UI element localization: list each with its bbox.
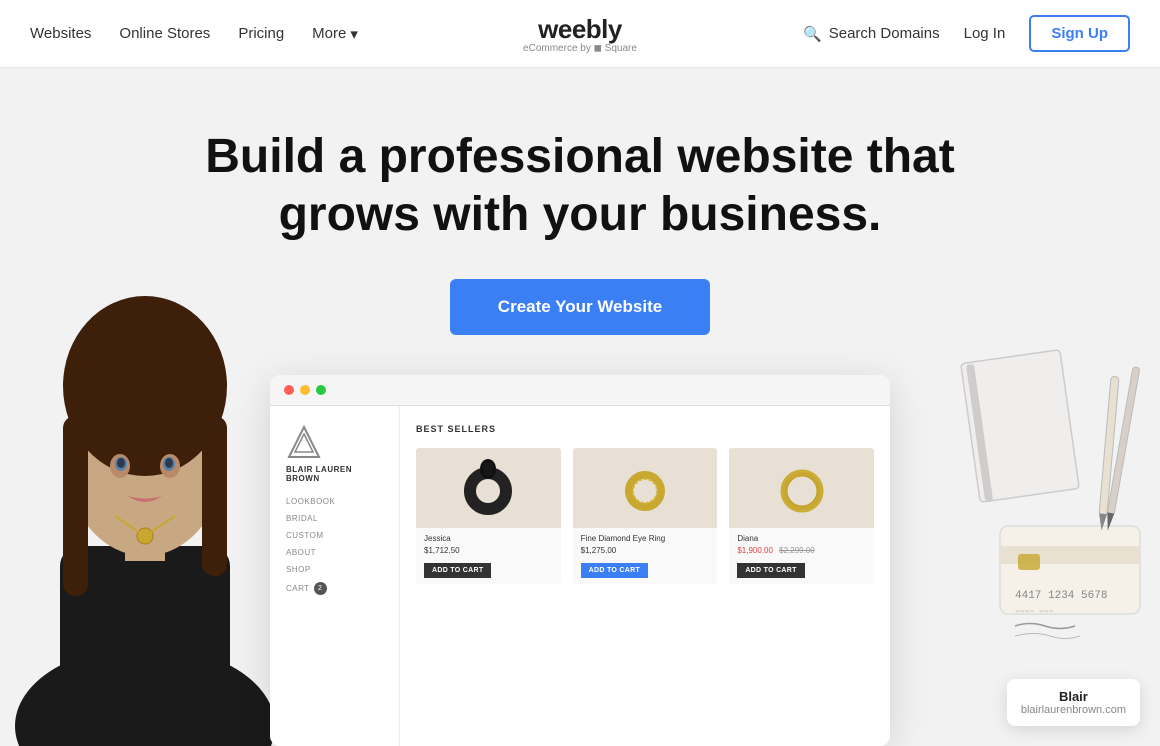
store-sidebar-nav: LOOKBOOK BRIDAL CUSTOM ABOUT SHOP CART 2 [286, 497, 383, 595]
nav-link-online-stores[interactable]: Online Stores [119, 25, 210, 42]
product-card-jessica: Jessica $1,712.50 ADD TO CART [416, 448, 561, 584]
product-price-jessica: $1,712.50 [424, 546, 553, 555]
person-image [0, 246, 290, 746]
logo-sub: eCommerce by ◼ Square [523, 43, 637, 54]
store-main: BEST SELLERS Jessica [400, 406, 890, 746]
sale-price-diana: $1,900.00 [737, 546, 773, 555]
nav-link-pricing[interactable]: Pricing [238, 25, 284, 42]
product-img-diana [729, 448, 874, 528]
search-domains-link[interactable]: 🔍 Search Domains [803, 25, 940, 43]
browser-dot-yellow [300, 385, 310, 395]
add-to-cart-diamond[interactable]: ADD TO CART [581, 563, 648, 578]
sidebar-nav-shop[interactable]: SHOP [286, 565, 383, 574]
hero-title: Build a professional website that grows … [170, 128, 990, 243]
nav-left: Websites Online Stores Pricing More ▾ [30, 25, 358, 43]
blair-card-name: Blair [1021, 689, 1126, 704]
blair-card: Blair blairlaurenbrown.com [1007, 679, 1140, 726]
original-price-diana: $2,299.00 [779, 546, 815, 555]
add-to-cart-diana[interactable]: ADD TO CART [737, 563, 804, 578]
browser-dot-green [316, 385, 326, 395]
products-grid: Jessica $1,712.50 ADD TO CART [416, 448, 874, 584]
svg-text:~~~~ ~~~: ~~~~ ~~~ [1015, 608, 1054, 617]
signup-button[interactable]: Sign Up [1029, 15, 1130, 52]
browser-bar [270, 375, 890, 406]
login-link[interactable]: Log In [964, 25, 1006, 42]
store-logo-area: BLAIR LAUREN BROWN [286, 424, 383, 483]
nav-right: 🔍 Search Domains Log In Sign Up [803, 15, 1130, 52]
svg-text:4417 1234 5678: 4417 1234 5678 [1015, 590, 1107, 602]
browser-mockup: BLAIR LAUREN BROWN LOOKBOOK BRIDAL CUSTO… [270, 375, 890, 746]
product-info-diana: Diana $1,900.00 $2,299.00 ADD TO CART [729, 528, 874, 584]
sidebar-nav-cart[interactable]: CART 2 [286, 582, 383, 595]
nav-link-websites[interactable]: Websites [30, 25, 91, 42]
person-silhouette-svg [0, 246, 290, 746]
navbar: Websites Online Stores Pricing More ▾ we… [0, 0, 1160, 68]
product-price-diana: $1,900.00 $2,299.00 [737, 546, 866, 555]
product-info-diamond: Fine Diamond Eye Ring $1,275.00 ADD TO C… [573, 528, 718, 584]
store-logo-svg [286, 424, 322, 460]
hero-section: Build a professional website that grows … [0, 68, 1160, 746]
browser-dot-red [284, 385, 294, 395]
ring-jessica-svg [453, 453, 523, 523]
ring-diana-svg [767, 453, 837, 523]
store-sidebar: BLAIR LAUREN BROWN LOOKBOOK BRIDAL CUSTO… [270, 406, 400, 746]
product-img-jessica [416, 448, 561, 528]
sidebar-nav-custom[interactable]: CUSTOM [286, 531, 383, 540]
sidebar-nav-about[interactable]: ABOUT [286, 548, 383, 557]
store-layout: BLAIR LAUREN BROWN LOOKBOOK BRIDAL CUSTO… [270, 406, 890, 746]
product-info-jessica: Jessica $1,712.50 ADD TO CART [416, 528, 561, 584]
add-to-cart-jessica[interactable]: ADD TO CART [424, 563, 491, 578]
sidebar-nav-bridal[interactable]: BRIDAL [286, 514, 383, 523]
chevron-down-icon: ▾ [350, 25, 358, 43]
blair-card-url: blairlaurenbrown.com [1021, 704, 1126, 716]
sidebar-nav-lookbook[interactable]: LOOKBOOK [286, 497, 383, 506]
cart-badge: 2 [314, 582, 327, 595]
nav-center-logo: weebly eCommerce by ◼ Square [523, 14, 637, 54]
store-brand-name: BLAIR LAUREN BROWN [286, 465, 383, 483]
product-card-diamond: Fine Diamond Eye Ring $1,275.00 ADD TO C… [573, 448, 718, 584]
ring-diamond-svg [610, 453, 680, 523]
search-icon: 🔍 [803, 25, 822, 43]
logo-text[interactable]: weebly [523, 14, 637, 45]
nav-link-more[interactable]: More ▾ [312, 25, 358, 43]
product-name-jessica: Jessica [424, 534, 553, 543]
product-name-diamond: Fine Diamond Eye Ring [581, 534, 710, 543]
create-website-button[interactable]: Create Your Website [450, 279, 710, 335]
product-name-diana: Diana [737, 534, 866, 543]
product-img-diamond [573, 448, 718, 528]
product-price-diamond: $1,275.00 [581, 546, 710, 555]
store-section-title: BEST SELLERS [416, 424, 874, 434]
product-card-diana: Diana $1,900.00 $2,299.00 ADD TO CART [729, 448, 874, 584]
